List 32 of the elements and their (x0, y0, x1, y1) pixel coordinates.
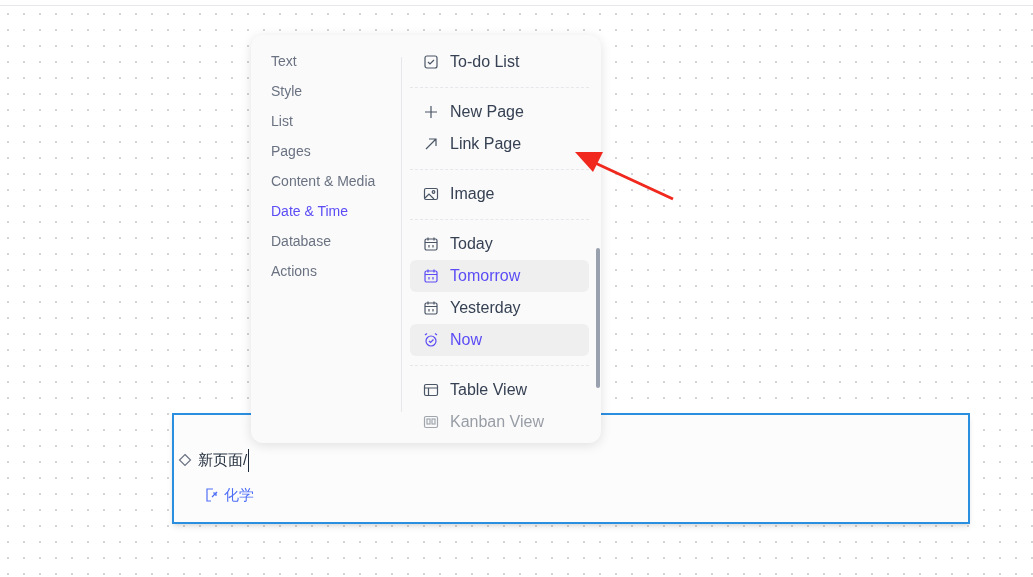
link-icon (204, 486, 220, 503)
category-item[interactable]: List (271, 106, 401, 136)
alarm-clock-icon (423, 332, 439, 348)
menu-item[interactable]: New Page (410, 96, 589, 128)
calendar-icon (423, 268, 439, 284)
arrow-icon (423, 136, 439, 152)
kanban-icon (423, 414, 439, 430)
plus-icon (423, 104, 439, 120)
category-item[interactable]: Text (271, 46, 401, 76)
checkbox-icon (423, 54, 439, 70)
menu-item[interactable]: Link Page (410, 128, 589, 160)
menu-item[interactable]: Table View (410, 374, 589, 406)
calendar-icon (423, 300, 439, 316)
category-item[interactable]: Actions (271, 256, 401, 286)
category-item[interactable]: Style (271, 76, 401, 106)
menu-item[interactable]: Yesterday (410, 292, 589, 324)
category-item[interactable]: Content & Media (271, 166, 401, 196)
table-icon (423, 382, 439, 398)
menu-item[interactable]: Image (410, 178, 589, 210)
menu-item[interactable]: Today (410, 228, 589, 260)
page-title-input[interactable]: 新页面/ (198, 449, 250, 472)
menu-item[interactable]: To-do List (410, 46, 589, 78)
scrollbar[interactable] (596, 248, 600, 388)
image-icon (423, 186, 439, 202)
category-item[interactable]: Date & Time (271, 196, 401, 226)
calendar-icon (423, 236, 439, 252)
category-item[interactable]: Pages (271, 136, 401, 166)
menu-item[interactable]: Tomorrow (410, 260, 589, 292)
diamond-icon (178, 453, 192, 468)
page-link[interactable]: 化学 (224, 483, 254, 506)
menu-item[interactable]: Now (410, 324, 589, 356)
category-item[interactable]: Database (271, 226, 401, 256)
